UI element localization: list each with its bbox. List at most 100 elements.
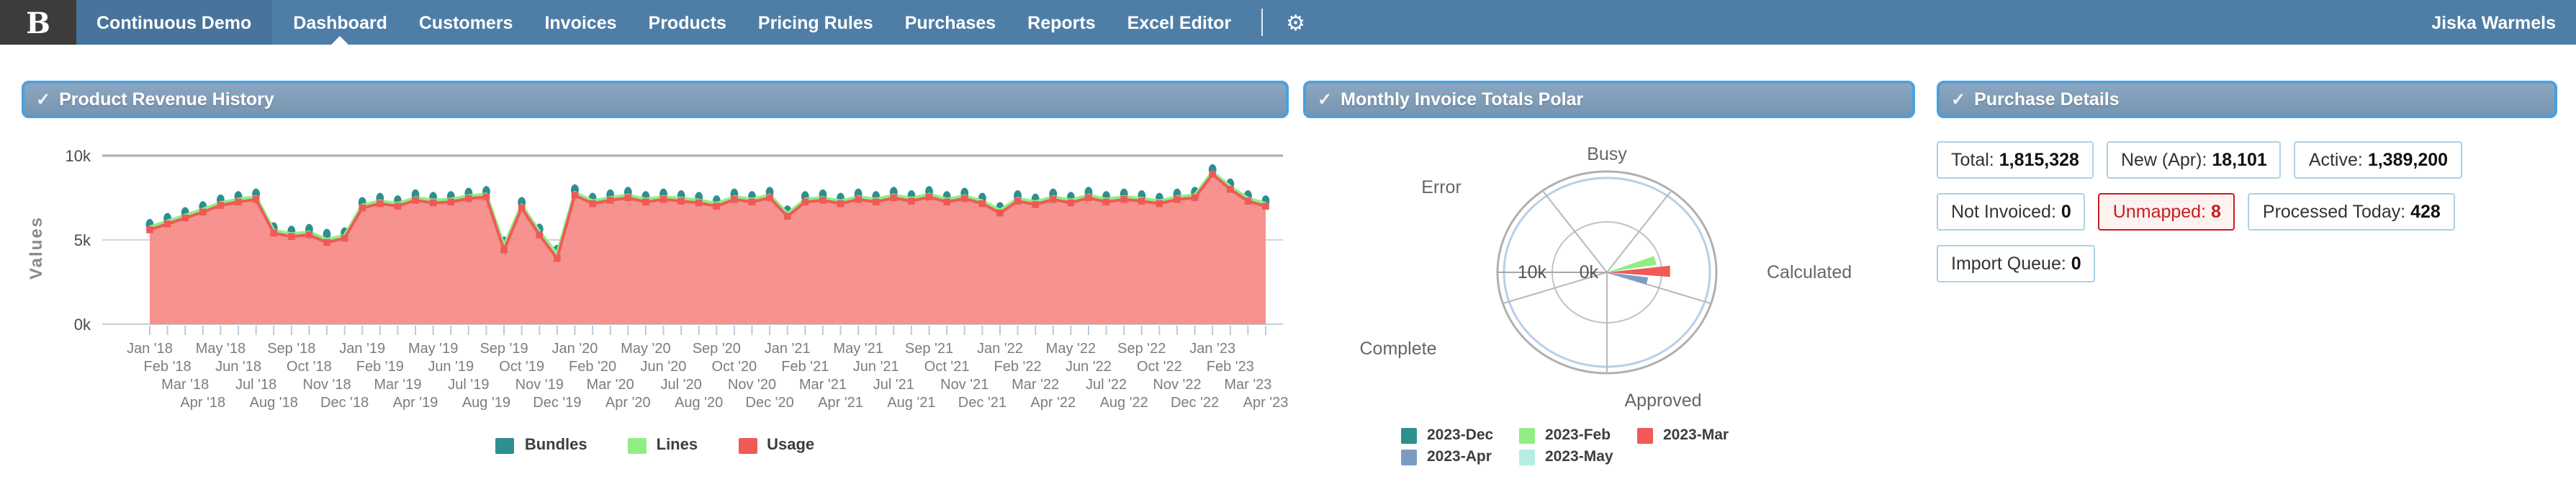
badge-processed-today: Processed Today: 428 [2248, 193, 2455, 231]
svg-text:Sep '18: Sep '18 [267, 341, 315, 357]
legend-label: 2023-Dec [1427, 427, 1494, 444]
nav-item-invoices[interactable]: Invoices [528, 0, 632, 45]
nav-item-pricing-rules[interactable]: Pricing Rules [742, 0, 889, 45]
panel-purchase-details: ✓ Purchase Details Total: 1,815,328 New (… [1937, 81, 2557, 282]
svg-text:Jul '18: Jul '18 [235, 377, 276, 393]
panel-header-product-revenue[interactable]: ✓ Product Revenue History [22, 81, 1289, 118]
svg-text:Aug '19: Aug '19 [462, 395, 510, 411]
brand-label[interactable]: Continuous Demo [76, 0, 272, 45]
svg-text:Oct '22: Oct '22 [1137, 359, 1182, 375]
svg-text:Nov '19: Nov '19 [515, 377, 564, 393]
svg-text:Apr '20: Apr '20 [605, 395, 651, 411]
nav-item-customers[interactable]: Customers [403, 0, 529, 45]
legend-item-2023-mar: 2023-Mar [1637, 427, 1755, 444]
svg-text:Jan '19: Jan '19 [339, 341, 385, 357]
svg-text:Dec '22: Dec '22 [1171, 395, 1219, 411]
svg-text:Dec '21: Dec '21 [958, 395, 1006, 411]
svg-text:Mar '19: Mar '19 [374, 377, 421, 393]
nav-item-reports[interactable]: Reports [1012, 0, 1111, 45]
nav-item-purchases[interactable]: Purchases [889, 0, 1012, 45]
purchase-badges: Total: 1,815,328 New (Apr): 18,101 Active:… [1937, 141, 2557, 282]
svg-text:0k: 0k [74, 316, 91, 334]
panel-title: Product Revenue History [59, 89, 274, 110]
nav-item-products[interactable]: Products [633, 0, 742, 45]
svg-text:5k: 5k [74, 231, 91, 249]
nav-item-excel-editor[interactable]: Excel Editor [1112, 0, 1248, 45]
svg-text:Apr '23: Apr '23 [1243, 395, 1289, 411]
svg-text:Jul '20: Jul '20 [661, 377, 702, 393]
revenue-area-chart: 0k 5k 10k Values Jan '18 Feb '18 Mar '18 Apr '1… [27, 147, 1289, 411]
svg-text:Apr '19: Apr '19 [393, 395, 438, 411]
legend-swatch-icon [1401, 449, 1417, 465]
svg-text:Jun '18: Jun '18 [215, 359, 261, 375]
legend-label: 2023-Apr [1427, 448, 1492, 465]
svg-text:Aug '20: Aug '20 [675, 395, 723, 411]
svg-text:Apr '22: Apr '22 [1030, 395, 1076, 411]
svg-text:Calculated: Calculated [1767, 262, 1852, 282]
svg-text:Jun '20: Jun '20 [641, 359, 687, 375]
panel-header-invoice-polar[interactable]: ✓ Monthly Invoice Totals Polar [1303, 81, 1915, 118]
legend-item-usage: Usage [738, 437, 814, 454]
svg-text:Jun '19: Jun '19 [428, 359, 474, 375]
dashboard-page: B Continuous Demo Dashboard Customers Invo… [0, 0, 2576, 500]
svg-text:Feb '19: Feb '19 [356, 359, 404, 375]
svg-text:Nov '22: Nov '22 [1153, 377, 1201, 393]
revenue-chart-legend: Bundles Lines Usage [22, 437, 1289, 454]
badge-import-queue: Import Queue: 0 [1937, 245, 2096, 282]
badge-row: Import Queue: 0 [1937, 245, 2096, 282]
nav-item-dashboard[interactable]: Dashboard [277, 0, 403, 45]
badge-total: Total: 1,815,328 [1937, 141, 2094, 179]
svg-text:Sep '19: Sep '19 [479, 341, 528, 357]
legend-item-lines: Lines [627, 437, 698, 454]
svg-text:Feb '22: Feb '22 [994, 359, 1042, 375]
check-icon: ✓ [1318, 89, 1333, 110]
legend-swatch-icon [738, 437, 757, 453]
svg-text:Dec '18: Dec '18 [320, 395, 369, 411]
panel-title: Purchase Details [1974, 89, 2120, 110]
svg-text:Busy: Busy [1587, 144, 1627, 164]
svg-text:Feb '21: Feb '21 [781, 359, 829, 375]
panel-monthly-invoice-polar: ✓ Monthly Invoice Totals Polar Busy Calcu… [1303, 81, 1915, 465]
svg-text:Feb '20: Feb '20 [569, 359, 616, 375]
svg-text:Values: Values [27, 216, 46, 280]
panel-header-purchase-details[interactable]: ✓ Purchase Details [1937, 81, 2557, 118]
check-icon: ✓ [36, 89, 51, 110]
svg-text:Aug '22: Aug '22 [1100, 395, 1148, 411]
badge-not-invoiced: Not Invoiced: 0 [1937, 193, 2086, 231]
svg-text:Nov '18: Nov '18 [302, 377, 351, 393]
svg-text:Mar '21: Mar '21 [799, 377, 847, 393]
user-menu[interactable]: Jiska Warmels [2411, 0, 2576, 45]
badge-unmapped: Unmapped: 8 [2098, 193, 2235, 231]
check-icon: ✓ [1951, 89, 1966, 110]
top-navbar: B Continuous Demo Dashboard Customers Invo… [0, 0, 2576, 45]
legend-item-2023-may: 2023-May [1519, 448, 1637, 465]
legend-item-2023-apr: 2023-Apr [1401, 448, 1519, 465]
legend-label: Bundles [524, 437, 587, 454]
legend-label: Lines [656, 437, 698, 454]
svg-text:Sep '22: Sep '22 [1117, 341, 1166, 357]
svg-text:10k: 10k [66, 147, 91, 165]
panel-title: Monthly Invoice Totals Polar [1341, 89, 1584, 110]
svg-text:May '19: May '19 [408, 341, 458, 357]
svg-text:Approved: Approved [1624, 390, 1701, 411]
active-tab-caret-icon [331, 36, 349, 45]
svg-text:Mar '22: Mar '22 [1012, 377, 1059, 393]
app-logo[interactable]: B [0, 0, 76, 45]
svg-text:Aug '21: Aug '21 [887, 395, 935, 411]
settings-gear-icon[interactable]: ⚙ [1277, 0, 1314, 45]
legend-item-2023-feb: 2023-Feb [1519, 427, 1637, 444]
logo-b-icon: B [26, 5, 50, 40]
svg-text:Oct '21: Oct '21 [924, 359, 970, 375]
legend-label: 2023-May [1545, 448, 1613, 465]
svg-text:May '20: May '20 [621, 341, 670, 357]
legend-swatch-icon [495, 437, 515, 453]
svg-text:Sep '21: Sep '21 [905, 341, 953, 357]
svg-text:Nov '21: Nov '21 [940, 377, 988, 393]
svg-text:Jan '22: Jan '22 [977, 341, 1023, 357]
svg-text:Jun '22: Jun '22 [1066, 359, 1112, 375]
svg-text:Error: Error [1421, 177, 1462, 197]
nav-divider [1261, 9, 1264, 36]
svg-text:Mar '20: Mar '20 [587, 377, 634, 393]
badge-row: Total: 1,815,328 New (Apr): 18,101 Active:… [1937, 141, 2463, 179]
svg-text:0k: 0k [1580, 262, 1599, 282]
